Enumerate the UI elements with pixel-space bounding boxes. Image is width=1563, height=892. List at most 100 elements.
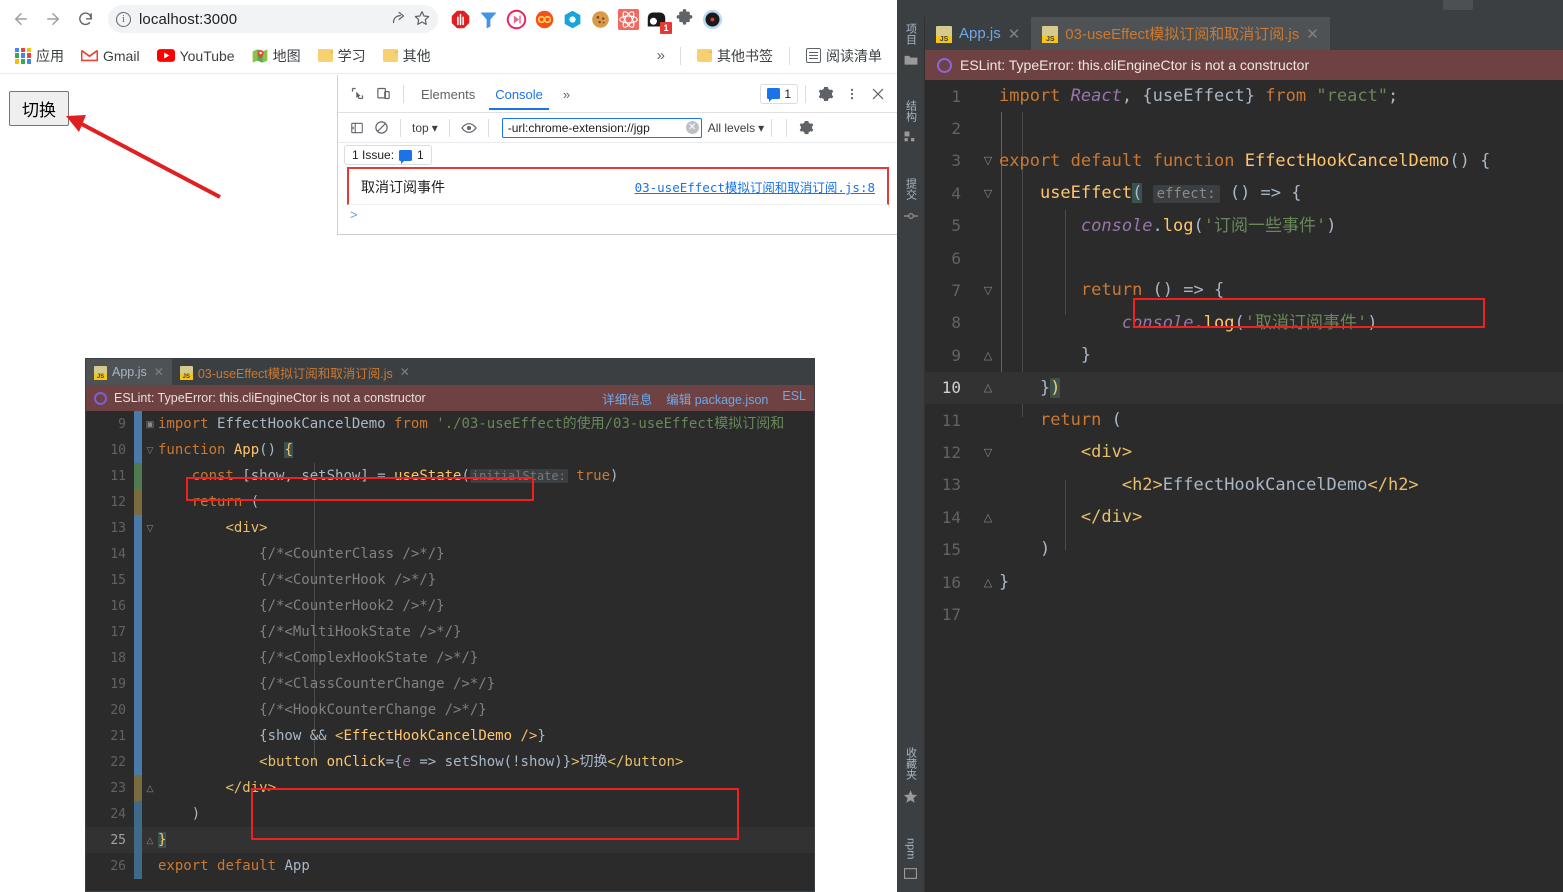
adblock-extension-icon[interactable] <box>450 9 471 30</box>
fold-icon[interactable]: ▽ <box>142 523 158 534</box>
recorder-extension-icon[interactable] <box>702 9 723 30</box>
fold-icon[interactable]: ▽ <box>977 446 999 459</box>
fold-icon[interactable]: ▽ <box>977 187 999 200</box>
fold-icon[interactable]: ▽ <box>142 445 158 456</box>
gear-icon[interactable] <box>813 81 839 107</box>
toggle-button[interactable]: 切换 <box>9 91 69 126</box>
bookmark-youtube[interactable]: YouTube <box>150 45 242 67</box>
ide-tab-appjs[interactable]: App.js ✕ <box>86 359 172 385</box>
clear-filter-icon[interactable]: ✕ <box>685 121 699 134</box>
fold-icon[interactable]: △ <box>142 835 158 846</box>
inspect-element-icon[interactable] <box>344 81 370 107</box>
bookmark-folder-other[interactable]: 其他 <box>376 43 438 69</box>
console-settings-gear-icon[interactable] <box>794 117 818 139</box>
error-action-details[interactable]: 详细信息 <box>602 389 652 408</box>
zotero-extension-icon[interactable] <box>478 9 499 30</box>
back-button[interactable] <box>6 4 36 34</box>
sidebar-item-commit[interactable]: 提交 <box>903 172 919 206</box>
bookmark-apps[interactable]: 应用 <box>8 43 71 69</box>
fold-icon[interactable]: △ <box>977 576 999 589</box>
bookmark-maps[interactable]: 地图 <box>245 43 308 69</box>
code-line: 5 console.log('订阅一些事件') <box>925 210 1563 242</box>
execution-context-selector[interactable]: top ▾ <box>408 121 442 135</box>
close-icon[interactable] <box>865 81 891 107</box>
video-speed-extension-icon[interactable] <box>506 9 527 30</box>
devtools-tabbar: Elements Console » 1 <box>338 75 897 113</box>
reload-button[interactable] <box>70 4 100 34</box>
code-text: export default App <box>158 858 310 874</box>
close-icon[interactable]: ✕ <box>1306 25 1319 43</box>
bookmarks-overflow-icon[interactable]: » <box>651 47 671 64</box>
error-action-edit-package[interactable]: 编辑 package.json <box>666 389 768 408</box>
line-number: 20 <box>110 702 126 718</box>
sidebar-item-favorites[interactable]: 收藏夹 <box>903 741 919 786</box>
console-prompt[interactable]: > <box>338 205 897 224</box>
live-expression-icon[interactable] <box>457 117 481 139</box>
error-action-eslint[interactable]: ESL <box>782 389 806 408</box>
bookmark-folder-study[interactable]: 学习 <box>311 43 373 69</box>
console-source-link[interactable]: 03-useEffect模拟订阅和取消订阅.js:8 <box>635 177 875 196</box>
code-line: 14 △ </div> <box>925 501 1563 533</box>
fold-icon[interactable]: △ <box>977 349 999 362</box>
react-devtools-extension-icon[interactable] <box>618 8 639 30</box>
youtube-icon <box>156 49 175 62</box>
fold-icon[interactable]: ▣ <box>142 419 158 430</box>
sidebar-item-project[interactable]: 项目 <box>903 17 919 51</box>
code-text: {/*<CounterHook />*/} <box>158 572 437 588</box>
log-level-selector[interactable]: All levels ▾ <box>708 121 764 135</box>
console-filter-input[interactable]: -url:chrome-extension://jgp ✕ <box>501 117 702 138</box>
tab-console[interactable]: Console <box>485 78 553 110</box>
structure-icon[interactable] <box>904 128 917 150</box>
star-icon[interactable] <box>414 10 430 29</box>
ide-code-editor[interactable]: 9 ▣ import EffectHookCancelDemo from './03… <box>86 411 814 891</box>
sidebar-item-structure[interactable]: 结构 <box>903 94 919 128</box>
run-config-button[interactable] <box>1443 0 1473 10</box>
infinity-extension-icon[interactable] <box>534 9 555 30</box>
issues-chip[interactable]: 1 Issue: 1 <box>344 145 432 165</box>
fold-icon[interactable]: ▽ <box>977 284 999 297</box>
line-number: 15 <box>941 540 961 560</box>
ide-right-tab-appjs[interactable]: App.js ✕ <box>925 17 1031 50</box>
ide-editor-area: App.js ✕ 03-useEffect模拟订阅和取消订阅.js ✕ ESLi… <box>925 17 1563 892</box>
ide-right-code-editor[interactable]: 1 import React, {useEffect} from "react";… <box>925 80 1563 892</box>
vue-devtools-extension-icon[interactable] <box>562 9 583 30</box>
share-icon[interactable] <box>391 10 406 28</box>
puzzle-extension-icon[interactable] <box>674 8 695 30</box>
code-line: 15 {/*<CounterHook />*/} <box>86 567 814 593</box>
forward-button[interactable] <box>38 4 68 34</box>
sidebar-item-npm[interactable]: npm <box>905 832 917 865</box>
devtools-more-icon[interactable] <box>839 81 865 107</box>
project-icon[interactable] <box>904 51 918 72</box>
other-bookmarks-button[interactable]: 其他书签 <box>690 43 780 69</box>
close-icon[interactable]: ✕ <box>154 365 164 379</box>
cookie-extension-icon[interactable] <box>590 9 611 30</box>
fold-icon[interactable]: △ <box>977 511 999 524</box>
close-icon[interactable]: ✕ <box>400 365 410 379</box>
eslint-error-message: ESLint: TypeError: this.cliEngineCtor is… <box>114 391 426 405</box>
console-sidebar-icon[interactable] <box>345 117 369 139</box>
clear-console-icon[interactable] <box>369 117 393 139</box>
error-circle-icon <box>937 57 952 73</box>
ide-right-tab-useeffect[interactable]: 03-useEffect模拟订阅和取消订阅.js ✕ <box>1031 17 1330 50</box>
reading-list-button[interactable]: 阅读清单 <box>799 43 889 69</box>
fold-icon[interactable]: △ <box>142 783 158 794</box>
bookmark-gmail[interactable]: Gmail <box>74 45 147 67</box>
code-line: 9 ▣ import EffectHookCancelDemo from './03… <box>86 411 814 437</box>
site-info-icon[interactable]: i <box>116 11 131 27</box>
issues-counter[interactable]: 1 <box>760 83 798 104</box>
line-number: 9 <box>118 416 126 432</box>
star-icon[interactable] <box>903 786 918 810</box>
more-tabs-icon[interactable]: » <box>553 78 580 110</box>
tampermonkey-extension-icon[interactable]: 1 <box>646 9 672 34</box>
ide-tab-useeffect[interactable]: 03-useEffect模拟订阅和取消订阅.js ✕ <box>171 359 418 385</box>
fold-icon[interactable]: ▽ <box>977 154 999 167</box>
address-bar[interactable]: i localhost:3000 <box>108 5 438 33</box>
fold-icon[interactable]: △ <box>977 381 999 394</box>
commit-icon[interactable] <box>903 206 918 229</box>
tab-elements[interactable]: Elements <box>411 78 485 110</box>
device-toolbar-icon[interactable] <box>370 81 396 107</box>
npm-icon[interactable] <box>904 865 917 892</box>
line-number: 21 <box>110 728 126 744</box>
console-log-row[interactable]: 取消订阅事件 03-useEffect模拟订阅和取消订阅.js:8 <box>347 167 889 205</box>
close-icon[interactable]: ✕ <box>1008 25 1021 43</box>
